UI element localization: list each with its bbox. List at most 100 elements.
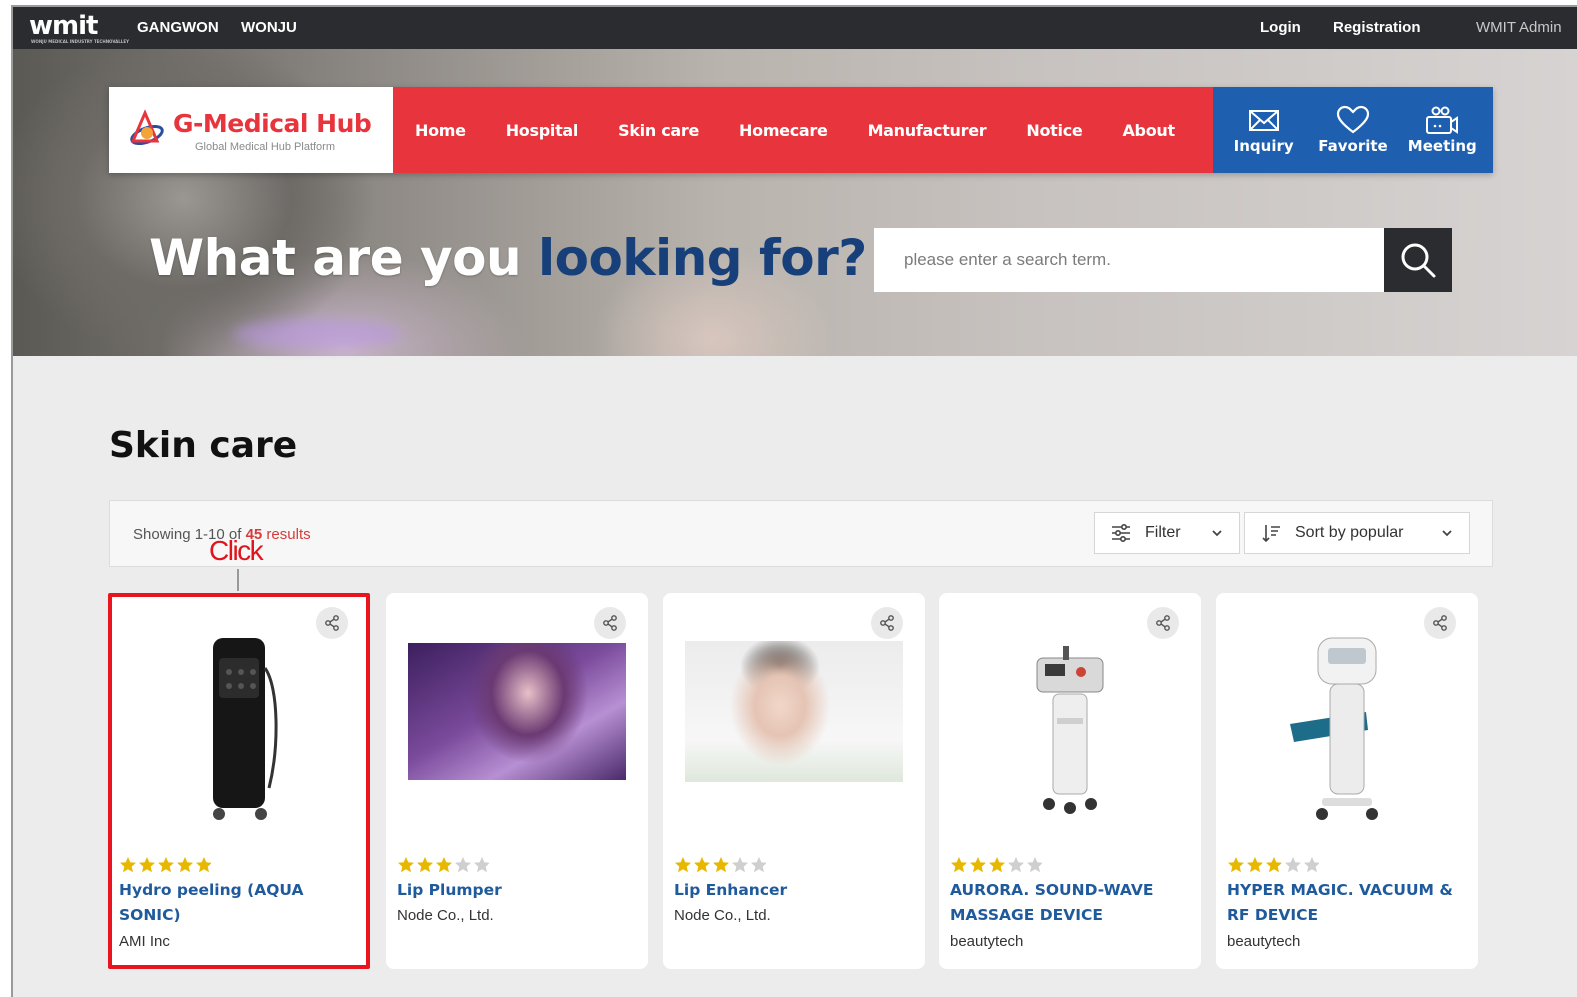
rating-stars <box>1227 856 1320 874</box>
hero-headline-blue: looking for? <box>537 229 867 287</box>
filter-dropdown[interactable]: Filter <box>1094 512 1240 554</box>
share-icon <box>603 615 617 631</box>
hero-headline: What are you looking for? <box>149 229 867 287</box>
rating-stars <box>674 856 767 874</box>
share-icon <box>1433 615 1447 631</box>
star-rating-icons <box>1228 857 1320 873</box>
inquiry-button[interactable]: Inquiry <box>1220 105 1308 155</box>
admin-link[interactable]: WMIT Admin <box>1476 19 1562 36</box>
meeting-button[interactable]: Meeting <box>1398 105 1486 155</box>
chevron-down-icon <box>1442 530 1452 537</box>
sort-dropdown[interactable]: Sort by popular <box>1244 512 1470 554</box>
brand-globe-icon <box>130 109 164 146</box>
product-image[interactable] <box>961 643 1179 814</box>
page-title: Skin care <box>109 425 298 466</box>
star-empty-icon <box>751 857 767 873</box>
product-maker: beautytech <box>950 933 1024 950</box>
wmit-logo-text: wmit <box>29 11 98 41</box>
product-image[interactable] <box>1238 637 1456 820</box>
product-title[interactable]: Lip Plumper <box>397 878 637 903</box>
results-count-suffix: results <box>262 526 311 543</box>
main-navigation: G-Medical Hub Global Medical Hub Platfor… <box>109 87 1493 173</box>
product-card[interactable]: Lip Enhancer Node Co., Ltd. <box>663 593 925 969</box>
star-filled-icon <box>989 857 1005 873</box>
nav-item-manufacturer[interactable]: Manufacturer <box>868 121 987 140</box>
star-empty-icon <box>732 857 748 873</box>
product-maker: Node Co., Ltd. <box>674 907 771 924</box>
wmit-logo-subtitle: WONJU MEDICAL INDUSTRY TECHNOVALLEY <box>31 39 129 44</box>
heart-icon <box>1336 105 1370 134</box>
product-image[interactable] <box>130 638 348 820</box>
star-filled-icon <box>398 857 414 873</box>
product-card[interactable]: Hydro peeling (AQUA SONIC) AMI Inc <box>108 593 370 969</box>
results-toolbar: Showing 1-10 of 45 results Filter Sort b… <box>109 500 1493 567</box>
star-filled-icon <box>713 857 729 873</box>
star-filled-icon <box>177 857 193 873</box>
star-rating-icons <box>398 857 490 873</box>
video-meeting-icon <box>1426 106 1459 134</box>
quick-menu: Inquiry Favorite Meeting <box>1213 87 1493 173</box>
search-button[interactable] <box>1384 228 1452 292</box>
nav-item-notice[interactable]: Notice <box>1026 121 1082 140</box>
share-button[interactable] <box>594 607 626 639</box>
star-filled-icon <box>139 857 155 873</box>
product-title[interactable]: AURORA. SOUND-WAVE MASSAGE DEVICE <box>950 878 1190 928</box>
star-filled-icon <box>1247 857 1263 873</box>
lip-plumper-photo <box>408 642 626 780</box>
meeting-label: Meeting <box>1407 137 1477 155</box>
product-card[interactable]: AURORA. SOUND-WAVE MASSAGE DEVICE beauty… <box>939 593 1201 969</box>
star-rating-icons <box>120 857 212 873</box>
share-button[interactable] <box>871 607 903 639</box>
inquiry-label: Inquiry <box>1233 137 1294 155</box>
star-filled-icon <box>436 857 452 873</box>
product-card[interactable]: Lip Plumper Node Co., Ltd. <box>386 593 648 969</box>
search-icon <box>1401 243 1436 278</box>
product-maker: beautytech <box>1227 933 1301 950</box>
share-icon <box>880 615 894 631</box>
nav-item-hospital[interactable]: Hospital <box>506 121 579 140</box>
product-maker: Node Co., Ltd. <box>397 907 494 924</box>
star-filled-icon <box>1266 857 1282 873</box>
nav-item-skin-care[interactable]: Skin care <box>618 121 699 140</box>
site-logo[interactable]: G-Medical Hub Global Medical Hub Platfor… <box>109 87 393 173</box>
share-button[interactable] <box>316 607 348 639</box>
share-button[interactable] <box>1147 607 1179 639</box>
lip-enhancer-photo <box>685 640 903 782</box>
registration-link[interactable]: Registration <box>1333 19 1421 36</box>
share-icon <box>1156 615 1170 631</box>
region-link-gangwon[interactable]: GANGWON <box>137 19 219 36</box>
star-filled-icon <box>951 857 967 873</box>
share-button[interactable] <box>1424 607 1456 639</box>
rating-stars <box>119 856 212 874</box>
nav-item-about[interactable]: About <box>1122 121 1175 140</box>
favorite-label: Favorite <box>1318 137 1388 155</box>
product-card[interactable]: HYPER MAGIC. VACUUM & RF DEVICE beautyte… <box>1216 593 1478 969</box>
product-image[interactable] <box>685 640 903 813</box>
nav-item-homecare[interactable]: Homecare <box>739 121 828 140</box>
rating-stars <box>950 856 1043 874</box>
chevron-down-icon <box>1212 530 1222 537</box>
favorite-button[interactable]: Favorite <box>1309 105 1397 155</box>
search-input[interactable] <box>874 228 1384 292</box>
product-title[interactable]: Lip Enhancer <box>674 878 914 903</box>
product-maker: AMI Inc <box>119 933 170 950</box>
star-filled-icon <box>158 857 174 873</box>
product-title[interactable]: HYPER MAGIC. VACUUM & RF DEVICE <box>1227 878 1467 928</box>
star-empty-icon <box>1027 857 1043 873</box>
peeling-machine-image <box>213 638 278 820</box>
star-rating-icons <box>951 857 1043 873</box>
wmit-logo[interactable]: wmit WONJU MEDICAL INDUSTRY TECHNOVALLEY <box>29 11 129 44</box>
product-image[interactable] <box>408 642 626 813</box>
envelope-icon <box>1248 110 1279 131</box>
product-title[interactable]: Hydro peeling (AQUA SONIC) <box>119 878 359 928</box>
brand-title: G-Medical Hub <box>173 109 372 138</box>
region-link-wonju[interactable]: WONJU <box>241 19 297 36</box>
sort-icon <box>1262 525 1280 543</box>
sort-label: Sort by popular <box>1295 524 1404 541</box>
click-annotation-line <box>237 569 239 591</box>
nav-item-home[interactable]: Home <box>415 121 466 140</box>
login-link[interactable]: Login <box>1260 19 1301 36</box>
hyper-magic-device-image <box>1290 637 1378 820</box>
brand-subtitle: Global Medical Hub Platform <box>195 141 336 153</box>
filter-label: Filter <box>1145 524 1181 541</box>
